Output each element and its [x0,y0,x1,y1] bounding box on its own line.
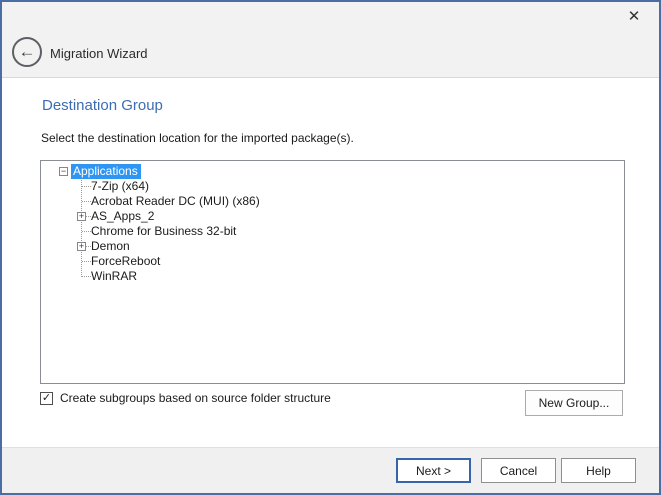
close-icon: ✕ [628,8,641,25]
checkmark-icon: ✓ [42,392,51,404]
collapse-expander-icon[interactable]: − [59,167,68,176]
back-arrow-icon: ← [19,42,36,61]
help-button[interactable]: Help [561,458,636,483]
create-subgroups-option: ✓ Create subgroups based on source folde… [40,391,331,405]
close-button[interactable]: ✕ [625,8,643,26]
cancel-button-label: Cancel [500,464,537,478]
tree-node-label[interactable]: WinRAR [91,269,137,283]
instruction-text: Select the destination location for the … [41,131,354,145]
next-button-label: Next > [416,464,451,478]
new-group-button-label: New Group... [539,396,610,410]
tree-node-label[interactable]: Chrome for Business 32-bit [91,224,236,238]
tree-node-winrar[interactable]: WinRAR [41,269,624,284]
create-subgroups-checkbox[interactable]: ✓ [40,392,53,405]
tree-node-7zip[interactable]: 7-Zip (x64) [41,179,624,194]
back-button[interactable]: ← [12,37,42,67]
migration-wizard-dialog: ← Migration Wizard ✕ Destination Group S… [0,0,661,495]
tree-node-chrome-for-business[interactable]: Chrome for Business 32-bit [41,224,624,239]
tree-node-demon[interactable]: + Demon [41,239,624,254]
page-title: Destination Group [42,97,163,114]
destination-tree: − Applications 7-Zip (x64) Acrobat Reade… [41,161,624,284]
tree-node-label[interactable]: ForceReboot [91,254,160,268]
tree-node-as-apps-2[interactable]: + AS_Apps_2 [41,209,624,224]
tree-node-label[interactable]: AS_Apps_2 [91,209,154,223]
tree-node-label[interactable]: Applications [71,164,141,179]
wizard-footer: Next > Cancel Help [2,447,659,493]
tree-node-label[interactable]: Acrobat Reader DC (MUI) (x86) [91,194,260,208]
wizard-title: Migration Wizard [50,46,148,61]
help-button-label: Help [586,464,611,478]
create-subgroups-label[interactable]: Create subgroups based on source folder … [60,391,331,405]
next-button[interactable]: Next > [396,458,471,483]
expand-expander-icon[interactable]: + [77,212,86,221]
tree-node-applications[interactable]: − Applications [41,164,624,179]
cancel-button[interactable]: Cancel [481,458,556,483]
new-group-button[interactable]: New Group... [525,390,623,416]
tree-node-label[interactable]: Demon [91,239,130,253]
tree-node-forcereboot[interactable]: ForceReboot [41,254,624,269]
wizard-header: ← Migration Wizard ✕ [2,2,659,78]
tree-node-label[interactable]: 7-Zip (x64) [91,179,149,193]
destination-tree-panel[interactable]: − Applications 7-Zip (x64) Acrobat Reade… [40,160,625,384]
tree-node-acrobat-reader[interactable]: Acrobat Reader DC (MUI) (x86) [41,194,624,209]
expand-expander-icon[interactable]: + [77,242,86,251]
